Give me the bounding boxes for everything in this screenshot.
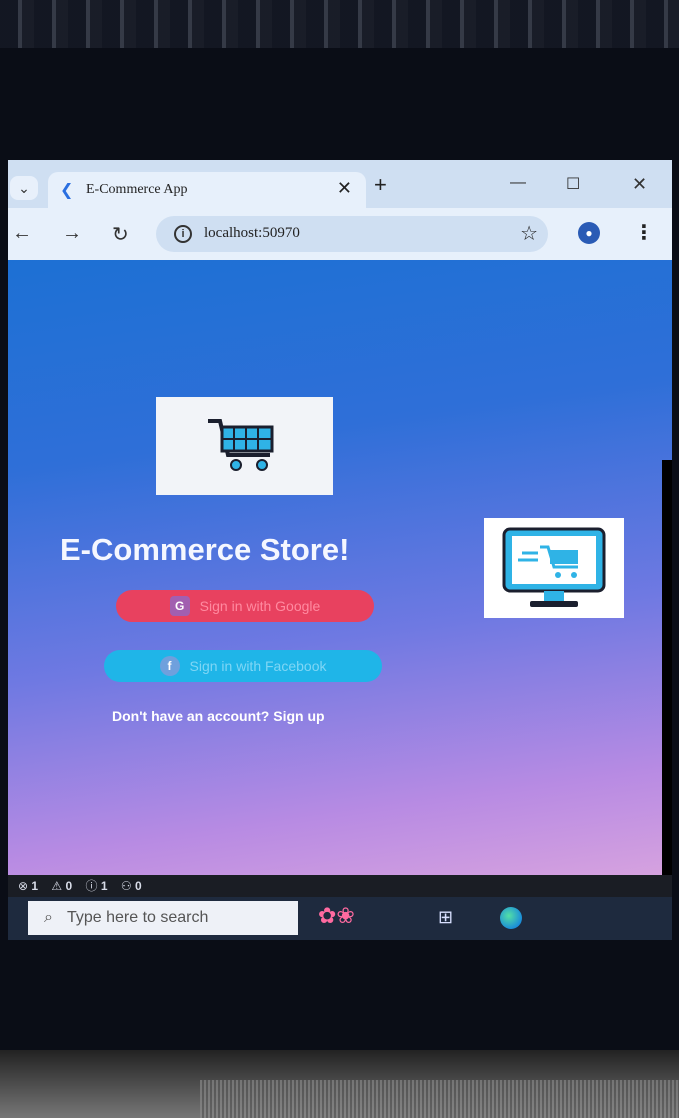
app-viewport: E-Commerce Store! G Sign in with Google … bbox=[8, 260, 672, 875]
url-text[interactable]: localhost:50970 bbox=[204, 225, 300, 242]
search-icon: ⌕ bbox=[44, 909, 53, 926]
ports-count[interactable]: ⚇ 0 bbox=[121, 879, 142, 893]
monitor-screen: ⌄ ❮ E-Commerce App ✕ + — ☐ ✕ ← → ↻ i loc… bbox=[8, 160, 672, 940]
tab-bar: ⌄ ❮ E-Commerce App ✕ + — ☐ ✕ bbox=[8, 160, 672, 208]
back-arrow-icon[interactable]: ← bbox=[12, 222, 32, 245]
info-count[interactable]: ⓘ 1 bbox=[86, 879, 108, 893]
profile-icon[interactable]: ● bbox=[578, 222, 600, 244]
google-signin-label: Sign in with Google bbox=[199, 598, 321, 614]
console-panel bbox=[662, 460, 672, 880]
facebook-signin-label: Sign in with Facebook bbox=[189, 658, 327, 674]
task-view-icon[interactable]: ⊞ bbox=[438, 907, 453, 928]
browser-window: ⌄ ❮ E-Commerce App ✕ + — ☐ ✕ ← → ↻ i loc… bbox=[8, 160, 672, 880]
keyboard-grille bbox=[200, 1080, 679, 1118]
search-placeholder: Type here to search bbox=[66, 909, 209, 926]
edge-icon[interactable] bbox=[500, 907, 522, 929]
monitor-cart-image bbox=[484, 518, 624, 618]
star-icon[interactable]: ☆ bbox=[520, 221, 538, 246]
tab-ecommerce-app[interactable]: ❮ E-Commerce App ✕ bbox=[48, 172, 366, 208]
taskbar-search[interactable]: ⌕ Type here to search bbox=[28, 901, 298, 935]
signup-link[interactable]: Don't have an account? Sign up bbox=[112, 708, 325, 724]
reload-icon[interactable]: ↻ bbox=[112, 222, 129, 247]
maximize-icon[interactable]: ☐ bbox=[566, 174, 580, 194]
address-bar[interactable]: i localhost:50970 ☆ bbox=[156, 216, 548, 252]
store-title: E-Commerce Store! bbox=[60, 532, 350, 567]
monitor-cart-icon bbox=[502, 527, 606, 607]
windows-taskbar: ⌕ Type here to search ✿❀ ⊞ bbox=[8, 897, 672, 940]
browser-toolbar: ← → ↻ i localhost:50970 ☆ ● ⋮ bbox=[8, 208, 672, 260]
google-signin-button[interactable]: G Sign in with Google bbox=[116, 590, 374, 622]
background-strip bbox=[0, 0, 679, 48]
facebook-signin-button[interactable]: f Sign in with Facebook bbox=[104, 650, 382, 682]
error-count[interactable]: ⊗ 1 bbox=[18, 879, 38, 893]
warning-count[interactable]: ⚠ 0 bbox=[51, 879, 72, 893]
new-tab-icon[interactable]: + bbox=[374, 172, 387, 198]
cart-icon bbox=[207, 419, 273, 471]
tab-search-icon[interactable]: ⌄ bbox=[10, 176, 38, 200]
status-bar: ⊗ 1 ⚠ 0 ⓘ 1 ⚇ 0 bbox=[8, 875, 672, 897]
forward-arrow-icon[interactable]: → bbox=[62, 222, 82, 245]
tab-title: E-Commerce App bbox=[86, 182, 188, 197]
tab-close-icon[interactable]: ✕ bbox=[337, 178, 352, 199]
window-close-icon[interactable]: ✕ bbox=[632, 174, 647, 195]
google-icon: G bbox=[169, 596, 190, 616]
info-icon[interactable]: i bbox=[174, 225, 192, 243]
minimize-icon[interactable]: — bbox=[510, 174, 526, 192]
cart-logo bbox=[156, 397, 333, 495]
flutter-icon: ❮ bbox=[60, 182, 74, 199]
flower-icon: ✿❀ bbox=[318, 903, 355, 928]
menu-icon[interactable]: ⋮ bbox=[634, 220, 654, 245]
facebook-icon: f bbox=[159, 656, 180, 676]
